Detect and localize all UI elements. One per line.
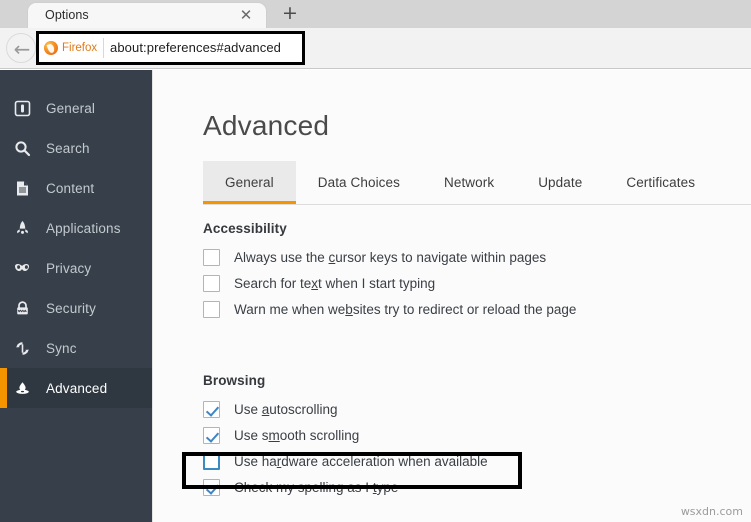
sidebar-item-applications[interactable]: Applications — [0, 208, 152, 248]
document-icon — [0, 168, 44, 208]
close-icon[interactable]: ✕ — [238, 7, 254, 23]
option-row[interactable]: Search for text when I start typing — [203, 270, 576, 296]
sidebar-item-label: Search — [46, 140, 90, 156]
sidebar-item-label: Privacy — [46, 260, 92, 276]
identity-label: Firefox — [62, 42, 98, 54]
option-label: Check my spelling as I type — [234, 479, 399, 495]
rocket-icon — [0, 208, 44, 248]
tab-label: Network — [443, 175, 495, 190]
firefox-logo-icon — [44, 41, 58, 55]
section-title: Accessibility — [203, 221, 287, 236]
magnifier-icon — [0, 128, 44, 168]
mask-icon — [0, 248, 44, 288]
tab-strip: Options ✕ + — [0, 0, 751, 28]
option-label: Use smooth scrolling — [234, 427, 360, 443]
sidebar-item-advanced[interactable]: Advanced — [0, 368, 152, 408]
content-panel: Advanced General Data Choices Network Up… — [152, 70, 751, 522]
checkbox-warn-redirect[interactable] — [203, 300, 220, 318]
sidebar-item-label: Content — [46, 180, 95, 196]
option-row[interactable]: Use smooth scrolling — [203, 422, 488, 448]
plus-icon[interactable]: + — [281, 4, 299, 23]
padlock-icon — [0, 288, 44, 328]
sidebar-item-content[interactable]: Content — [0, 168, 152, 208]
back-button[interactable]: ← — [6, 33, 36, 63]
browser-tab-options[interactable]: Options ✕ — [27, 2, 267, 28]
option-row[interactable]: Warn me when websites try to redirect or… — [203, 296, 576, 322]
page-title: Advanced — [203, 110, 330, 141]
browser-window: Options ✕ + ← Firefox about:preferences#… — [0, 0, 751, 522]
option-label: Use autoscrolling — [234, 401, 338, 417]
checkbox-smooth-scrolling[interactable] — [203, 426, 220, 444]
sidebar: General Search Content Applications Priv… — [0, 70, 152, 522]
tab-label: Data Choices — [317, 175, 400, 190]
sidebar-item-label: Sync — [46, 340, 77, 356]
browser-tab-label: Options — [45, 8, 89, 22]
sidebar-item-search[interactable]: Search — [0, 128, 152, 168]
section-title: Browsing — [203, 373, 266, 388]
url-text: about:preferences#advanced — [110, 40, 282, 55]
back-arrow-icon: ← — [13, 37, 31, 61]
sidebar-item-sync[interactable]: Sync — [0, 328, 152, 368]
tab-data-choices[interactable]: Data Choices — [296, 161, 422, 204]
option-row[interactable]: Always use the cursor keys to navigate w… — [203, 244, 576, 270]
checkbox-hardware-acceleration[interactable] — [203, 452, 220, 470]
sidebar-item-label: General — [46, 100, 96, 116]
identity-badge: Firefox — [44, 38, 105, 58]
option-label: Warn me when websites try to redirect or… — [234, 301, 577, 317]
sync-icon — [0, 328, 44, 368]
tab-network[interactable]: Network — [422, 161, 516, 204]
tab-certificates[interactable]: Certificates — [604, 161, 717, 204]
section-browsing: Browsing Use autoscrolling Use smooth sc… — [203, 373, 488, 500]
tab-general[interactable]: General — [203, 161, 296, 204]
checkbox-autoscrolling[interactable] — [203, 400, 220, 418]
preferences-page: General Search Content Applications Priv… — [0, 70, 751, 522]
watermark: wsxdn.com — [680, 505, 743, 518]
sidebar-item-security[interactable]: Security — [0, 288, 152, 328]
option-label: Use hardware acceleration when available — [234, 453, 488, 469]
tab-update[interactable]: Update — [516, 161, 604, 204]
sidebar-item-label: Applications — [46, 220, 121, 236]
section-accessibility: Accessibility Always use the cursor keys… — [203, 221, 576, 322]
tab-label: Certificates — [626, 175, 696, 190]
potion-flask-icon — [0, 368, 44, 408]
sidebar-item-label: Security — [46, 300, 96, 316]
sidebar-item-general[interactable]: General — [0, 88, 152, 128]
option-row[interactable]: Use autoscrolling — [203, 396, 488, 422]
sliders-icon — [0, 88, 44, 128]
checkbox-search-on-typing[interactable] — [203, 274, 220, 292]
sidebar-item-label: Advanced — [46, 380, 108, 396]
tab-label: General — [225, 175, 274, 190]
address-bar[interactable]: Firefox about:preferences#advanced — [36, 31, 305, 65]
tab-bar: General Data Choices Network Update Cert… — [203, 161, 751, 205]
option-row[interactable]: Use hardware acceleration when available — [203, 448, 488, 474]
tab-label: Update — [538, 175, 583, 190]
option-label: Always use the cursor keys to navigate w… — [234, 249, 547, 265]
checkbox-cursor-keys[interactable] — [203, 248, 220, 266]
sidebar-item-privacy[interactable]: Privacy — [0, 248, 152, 288]
option-row[interactable]: Check my spelling as I type — [203, 474, 488, 500]
checkbox-spell-check[interactable] — [203, 478, 220, 496]
option-label: Search for text when I start typing — [234, 275, 436, 291]
